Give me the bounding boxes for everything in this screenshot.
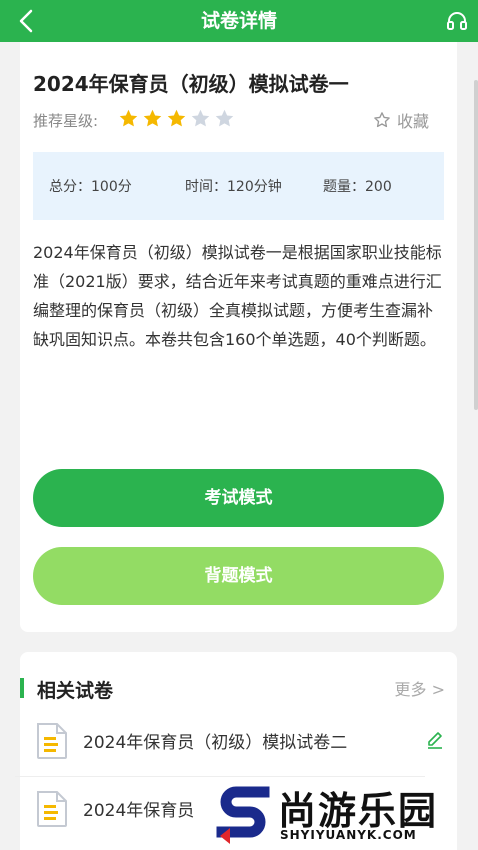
related-exam-name: 2024年保育员 [83,801,195,821]
document-icon [37,723,67,759]
question-count: 题量：200 [323,179,392,195]
watermark-logo: 尚游乐园 SHYIYUANYK.COM [200,776,478,850]
exam-time: 时间：120分钟 [185,179,282,195]
related-exam-name: 2024年保育员（初级）模拟试卷二 [83,733,348,753]
top-bar: 试卷详情 [0,0,478,42]
watermark-s-icon [216,786,270,844]
exam-mode-button[interactable]: 考试模式 [33,469,444,527]
star-outline-icon [374,112,390,128]
favorite-label: 收藏 [396,112,429,131]
rating-label: 推荐星级: [33,112,99,130]
more-link[interactable]: 更多 > [395,676,446,700]
watermark-text: 尚游乐园 [278,789,439,833]
star-filled-icon [143,109,162,127]
section-accent-bar [20,678,24,698]
page-title: 试卷详情 [200,10,277,32]
document-icon [37,791,67,827]
star-filled-icon [167,109,186,127]
exam-title: 2024年保育员（初级）模拟试卷一 [33,72,349,96]
star-empty-icon [191,109,210,127]
favorite-button[interactable]: 收藏 [373,108,429,132]
section-title: 相关试卷 [37,680,114,702]
star-filled-icon [119,109,138,127]
scrollbar[interactable] [474,80,478,410]
watermark-url: SHYIYUANYK.COM [280,828,417,842]
rating-stars [118,108,238,129]
related-exam-item[interactable]: 2024年保育员（初级）模拟试卷二 [35,712,445,768]
headset-icon[interactable] [446,10,468,32]
pencil-icon[interactable] [425,730,445,750]
exam-detail-card: 2024年保育员（初级）模拟试卷一 推荐星级: 收藏 总分：100分 时间：12… [20,42,457,632]
total-score: 总分：100分 [49,179,132,195]
study-mode-button[interactable]: 背题模式 [33,547,444,605]
exam-stats-box: 总分：100分 时间：120分钟 题量：200 [33,152,444,220]
star-empty-icon [215,109,234,127]
exam-description: 2024年保育员（初级）模拟试卷一是根据国家职业技能标准（2021版）要求，结合… [33,243,442,349]
